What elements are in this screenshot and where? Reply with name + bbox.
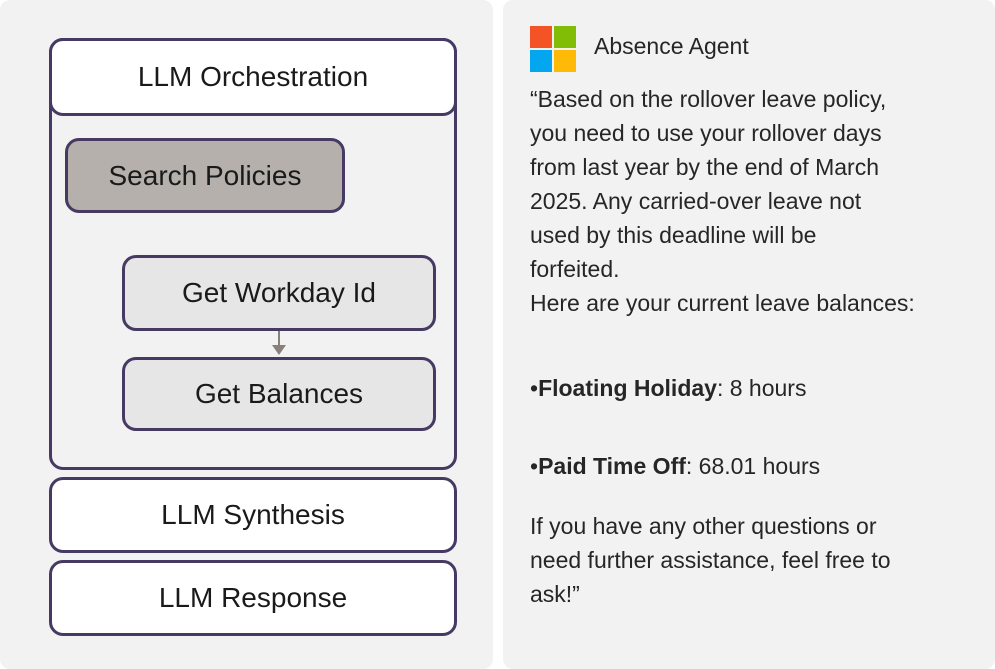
message-line: Here are your current leave balances: xyxy=(530,290,915,316)
message-line: ask!” xyxy=(530,581,580,607)
agent-message: “Based on the rollover leave policy, you… xyxy=(530,82,990,320)
search-policies-box: Search Policies xyxy=(65,138,345,213)
balance-label: Paid Time Off xyxy=(538,453,686,479)
get-workday-id-label: Get Workday Id xyxy=(181,277,376,308)
message-line: “Based on the rollover leave policy, xyxy=(530,86,887,112)
bullet-icon: • xyxy=(530,375,539,401)
message-line: 2025. Any carried-over leave not xyxy=(530,188,862,214)
llm-orchestration-label: LLM Orchestration xyxy=(137,61,369,92)
balance-item-paid-time-off: •Paid Time Off: 68.01 hours xyxy=(530,449,990,483)
microsoft-logo-icon xyxy=(530,26,576,72)
agent-name: Absence Agent xyxy=(594,33,749,59)
llm-synthesis-box: LLM Synthesis xyxy=(49,477,457,553)
message-line: forfeited. xyxy=(530,256,620,282)
get-workday-id-box: Get Workday Id xyxy=(122,255,436,331)
llm-orchestration-box: LLM Orchestration xyxy=(49,38,457,116)
balance-item-floating-holiday: •Floating Holiday: 8 hours xyxy=(530,371,990,405)
message-line: If you have any other questions or xyxy=(530,513,877,539)
balance-value: : 8 hours xyxy=(716,375,807,401)
message-line: need further assistance, feel free to xyxy=(530,547,891,573)
bullet-icon: • xyxy=(530,453,539,479)
message-line: you need to use your rollover days xyxy=(530,120,882,146)
llm-response-box: LLM Response xyxy=(49,560,457,636)
balance-label: Floating Holiday xyxy=(538,375,717,401)
search-policies-label: Search Policies xyxy=(108,159,302,191)
llm-synthesis-label: LLM Synthesis xyxy=(161,499,345,530)
message-line: from last year by the end of March xyxy=(530,154,879,180)
closing-message: If you have any other questions or need … xyxy=(530,509,990,611)
get-balances-label: Get Balances xyxy=(194,378,364,409)
llm-response-label: LLM Response xyxy=(158,582,348,613)
get-balances-box: Get Balances xyxy=(122,357,436,431)
balance-value: : 68.01 hours xyxy=(685,453,821,479)
arrow-down-icon xyxy=(272,345,286,355)
message-line: used by this deadline will be xyxy=(530,222,817,248)
